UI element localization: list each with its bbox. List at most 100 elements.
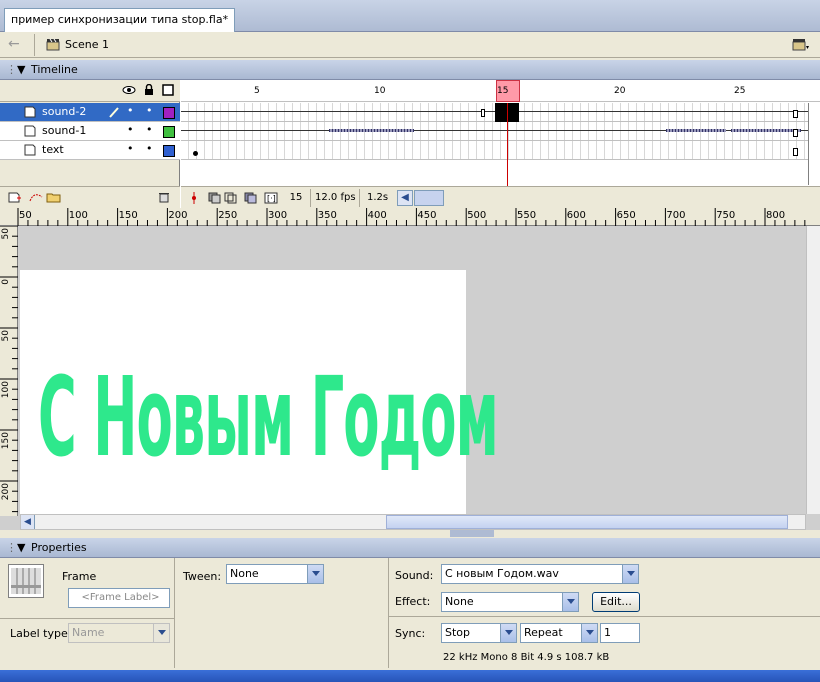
- elapsed-time: 1.2s: [367, 192, 389, 203]
- frame-end-marker: [793, 129, 798, 137]
- repeat-select[interactable]: Repeat: [520, 623, 598, 643]
- edit-multiple-frames-icon[interactable]: [244, 192, 257, 204]
- center-frame-icon[interactable]: [188, 192, 200, 204]
- ruler-label: 600: [566, 210, 586, 221]
- insert-folder-icon[interactable]: [46, 191, 61, 203]
- visibility-dot[interactable]: •: [127, 123, 134, 136]
- keyframe-end: [481, 109, 485, 117]
- ruler-label: 50: [19, 210, 32, 221]
- onion-skin-outlines-icon[interactable]: [224, 192, 237, 204]
- tween-select[interactable]: None: [226, 564, 324, 584]
- timeline-hscroll-thumb[interactable]: [414, 190, 444, 206]
- stage-canvas[interactable]: С Новым Годом: [20, 270, 499, 516]
- timeline-status-bar: [·] 15 12.0 fps 1.2s ◀: [181, 186, 820, 208]
- frame-end-marker: [793, 110, 798, 118]
- splitter-handle[interactable]: [450, 530, 494, 537]
- properties-header[interactable]: ⋮ ▼ Properties: [0, 538, 820, 558]
- label-type-select[interactable]: Name: [68, 623, 170, 643]
- separator: [34, 34, 35, 56]
- frames-sound-2[interactable]: [181, 103, 808, 122]
- ruler-label: 200: [168, 210, 188, 221]
- keyframe-dot[interactable]: [193, 151, 198, 156]
- timeline-header[interactable]: ⋮ ▼ Timeline: [0, 60, 820, 80]
- effect-select[interactable]: None: [441, 592, 579, 612]
- back-arrow-icon[interactable]: ←: [8, 37, 24, 52]
- greeting-text[interactable]: С Новым Годом: [38, 362, 499, 472]
- effect-value: None: [445, 595, 474, 608]
- timeline-vscroll[interactable]: [808, 103, 820, 185]
- document-tab[interactable]: пример синхронизации типа stop.fla*: [4, 8, 236, 32]
- edit-button[interactable]: Edit...: [592, 592, 640, 612]
- lock-dot[interactable]: •: [146, 104, 153, 117]
- separator: [174, 558, 175, 668]
- document-tab-bar: пример синхронизации типа stop.fla*: [0, 0, 820, 32]
- ruler-label: 250: [218, 210, 238, 221]
- motion-guide-icon[interactable]: [28, 191, 43, 203]
- lock-dot[interactable]: •: [146, 123, 153, 136]
- frame-rate[interactable]: 12.0 fps: [315, 190, 356, 206]
- visibility-dot[interactable]: •: [127, 104, 134, 117]
- layer-row-text[interactable]: text • •: [0, 141, 180, 160]
- chevron-down-icon: [307, 565, 323, 583]
- frame-label-input[interactable]: <Frame Label>: [68, 588, 170, 608]
- collapse-triangle-icon[interactable]: ▼: [17, 60, 25, 80]
- ruler-label: 50: [1, 330, 11, 342]
- stage-hscroll[interactable]: ◀: [20, 514, 806, 530]
- grip-icon: ⋮: [6, 541, 17, 554]
- collapse-triangle-icon[interactable]: ▼: [17, 538, 25, 558]
- properties-title: Properties: [31, 541, 87, 554]
- ruler-label: 750: [716, 210, 736, 221]
- edit-scene-icon[interactable]: [792, 36, 810, 52]
- repeat-value: Repeat: [524, 626, 563, 639]
- timeline-title: Timeline: [31, 63, 78, 76]
- ruler-label: 0: [1, 279, 11, 285]
- frames-text[interactable]: [181, 141, 808, 160]
- layer-color-swatch[interactable]: [163, 107, 175, 119]
- sync-value: Stop: [445, 626, 471, 639]
- eye-icon[interactable]: [122, 84, 136, 96]
- separator: [359, 189, 360, 207]
- status-strip: [0, 670, 820, 682]
- scroll-thumb[interactable]: [386, 515, 788, 529]
- layer-row-sound-2[interactable]: sound-2 • •: [0, 103, 180, 122]
- chevron-down-icon: [562, 593, 578, 611]
- panel-splitter[interactable]: [0, 530, 820, 538]
- layer-icon: [24, 125, 36, 137]
- ruler-label: 550: [517, 210, 537, 221]
- layer-row-sound-1[interactable]: sound-1 • •: [0, 122, 180, 141]
- ruler-label: 150: [118, 210, 138, 221]
- frames-sound-1[interactable]: [181, 122, 808, 141]
- properties-panel: Frame <Frame Label> Label type: Name Twe…: [0, 558, 820, 682]
- onion-skin-icon[interactable]: [208, 192, 221, 204]
- modify-onion-markers-icon[interactable]: [·]: [264, 192, 278, 204]
- lock-dot[interactable]: •: [146, 142, 153, 155]
- layer-color-swatch[interactable]: [163, 145, 175, 157]
- frame-end-marker: [793, 148, 798, 156]
- timeline-scroll-left[interactable]: ◀: [397, 190, 413, 206]
- ruler-ticks: [0, 226, 18, 513]
- lock-icon[interactable]: [143, 83, 155, 96]
- scroll-left-button[interactable]: ◀: [21, 515, 35, 529]
- stage-vscroll[interactable]: [806, 226, 820, 514]
- ruler-label: 150: [1, 432, 11, 450]
- ruler-label: 100: [68, 210, 88, 221]
- tween-label: Tween:: [183, 570, 222, 583]
- tween-value: None: [230, 567, 259, 580]
- svg-text:[·]: [·]: [267, 194, 276, 203]
- repeat-count-input[interactable]: 1: [600, 623, 640, 643]
- scene-label[interactable]: Scene 1: [65, 38, 109, 51]
- sound-select[interactable]: С новым Годом.wav: [441, 564, 639, 584]
- frame-ruler[interactable]: 5 10 15 20 25: [181, 80, 820, 102]
- ruler-label: 300: [268, 210, 288, 221]
- layer-name: sound-2: [42, 105, 87, 118]
- layer-icon: [24, 106, 36, 118]
- clapperboard-icon: [46, 37, 60, 51]
- frame-thumbnail-icon: [8, 564, 44, 598]
- insert-layer-icon[interactable]: [8, 191, 21, 203]
- visibility-dot[interactable]: •: [127, 142, 134, 155]
- layer-color-swatch[interactable]: [163, 126, 175, 138]
- sync-select[interactable]: Stop: [441, 623, 517, 643]
- sync-label: Sync:: [395, 627, 426, 640]
- trash-icon[interactable]: [158, 191, 170, 203]
- outline-icon[interactable]: [162, 84, 174, 96]
